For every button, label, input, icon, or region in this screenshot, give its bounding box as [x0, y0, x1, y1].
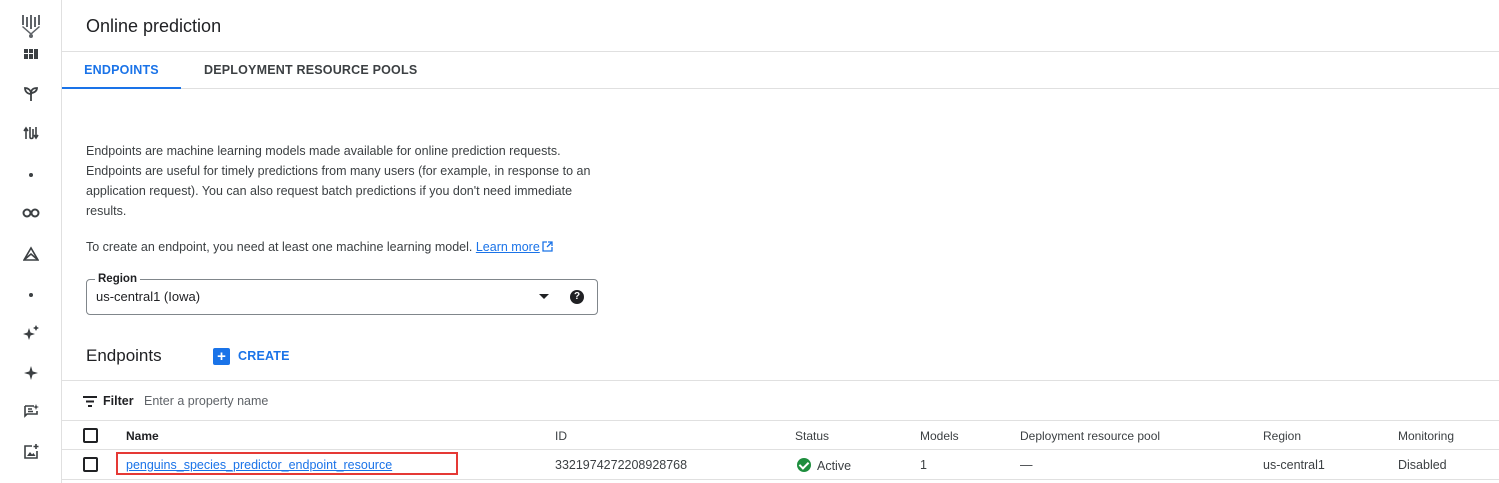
region-value: us-central1 (Iowa): [96, 289, 201, 304]
column-header-status[interactable]: Status: [795, 429, 829, 443]
endpoint-monitoring: Disabled: [1398, 458, 1447, 472]
table-row: penguins_species_predictor_endpoint_reso…: [62, 450, 1499, 480]
dashboard-icon[interactable]: [0, 40, 61, 68]
page-header: Online prediction: [62, 0, 1499, 52]
filter-bar: Filter: [62, 380, 1499, 421]
add-icon: +: [213, 347, 230, 365]
endpoints-description: Endpoints are machine learning models ma…: [86, 144, 591, 218]
create-note-text: To create an endpoint, you need at least…: [86, 240, 473, 254]
dot-icon: [0, 281, 61, 309]
endpoint-name-link[interactable]: penguins_species_predictor_endpoint_reso…: [126, 458, 392, 472]
filter-label: Filter: [103, 394, 134, 408]
region-select[interactable]: Region us-central1 (Iowa) ?: [86, 272, 598, 315]
endpoint-region: us-central1: [1263, 458, 1325, 472]
add-image-icon[interactable]: [0, 438, 61, 466]
model-garden-icon[interactable]: [0, 80, 61, 108]
filter-icon: [83, 396, 97, 407]
column-header-deployment-resource-pool[interactable]: Deployment resource pool: [1020, 429, 1160, 443]
create-endpoint-note: To create an endpoint, you need at least…: [86, 237, 553, 258]
prompt-icon[interactable]: [0, 398, 61, 426]
select-all-checkbox[interactable]: [83, 428, 98, 443]
region-label: Region: [95, 272, 140, 286]
workbench-icon[interactable]: [0, 240, 61, 268]
endpoint-id: 3321974272208928768: [555, 458, 688, 472]
column-header-name[interactable]: Name: [126, 429, 159, 443]
sparkle-icon[interactable]: [0, 359, 61, 387]
tab-bar: ENDPOINTS DEPLOYMENT RESOURCE POOLS: [62, 52, 1499, 89]
page-title: Online prediction: [86, 16, 222, 36]
left-nav-rail: [0, 0, 62, 483]
table-header: Name ID Status Models Deployment resourc…: [62, 421, 1499, 450]
column-header-monitoring[interactable]: Monitoring: [1398, 429, 1454, 443]
endpoints-section-title: Endpoints: [86, 346, 162, 365]
pipelines-icon[interactable]: [0, 119, 61, 147]
status-text: Active: [817, 459, 852, 473]
filter-input[interactable]: [144, 391, 544, 411]
notebooks-icon[interactable]: [0, 199, 61, 227]
external-link-icon: [542, 238, 553, 258]
endpoint-resource-pool: —: [1020, 458, 1033, 472]
generative-ai-icon[interactable]: [0, 319, 61, 347]
column-header-models[interactable]: Models: [920, 429, 959, 443]
create-button-label: CREATE: [238, 349, 290, 363]
row-checkbox[interactable]: [83, 457, 98, 472]
vertex-ai-logo-icon[interactable]: [0, 12, 61, 40]
dot-icon: [0, 161, 61, 189]
check-circle-icon: [797, 458, 811, 472]
column-header-id[interactable]: ID: [555, 429, 567, 443]
create-button[interactable]: + CREATE: [213, 346, 290, 366]
endpoint-status: Active: [797, 458, 851, 473]
endpoint-models-count: 1: [920, 458, 927, 472]
dropdown-caret-icon[interactable]: [539, 294, 549, 299]
tab-endpoints[interactable]: ENDPOINTS: [62, 52, 181, 89]
tab-deployment-resource-pools[interactable]: DEPLOYMENT RESOURCE POOLS: [204, 52, 417, 89]
column-header-region[interactable]: Region: [1263, 429, 1301, 443]
help-icon[interactable]: ?: [570, 290, 584, 304]
learn-more-link[interactable]: Learn more: [476, 240, 540, 254]
